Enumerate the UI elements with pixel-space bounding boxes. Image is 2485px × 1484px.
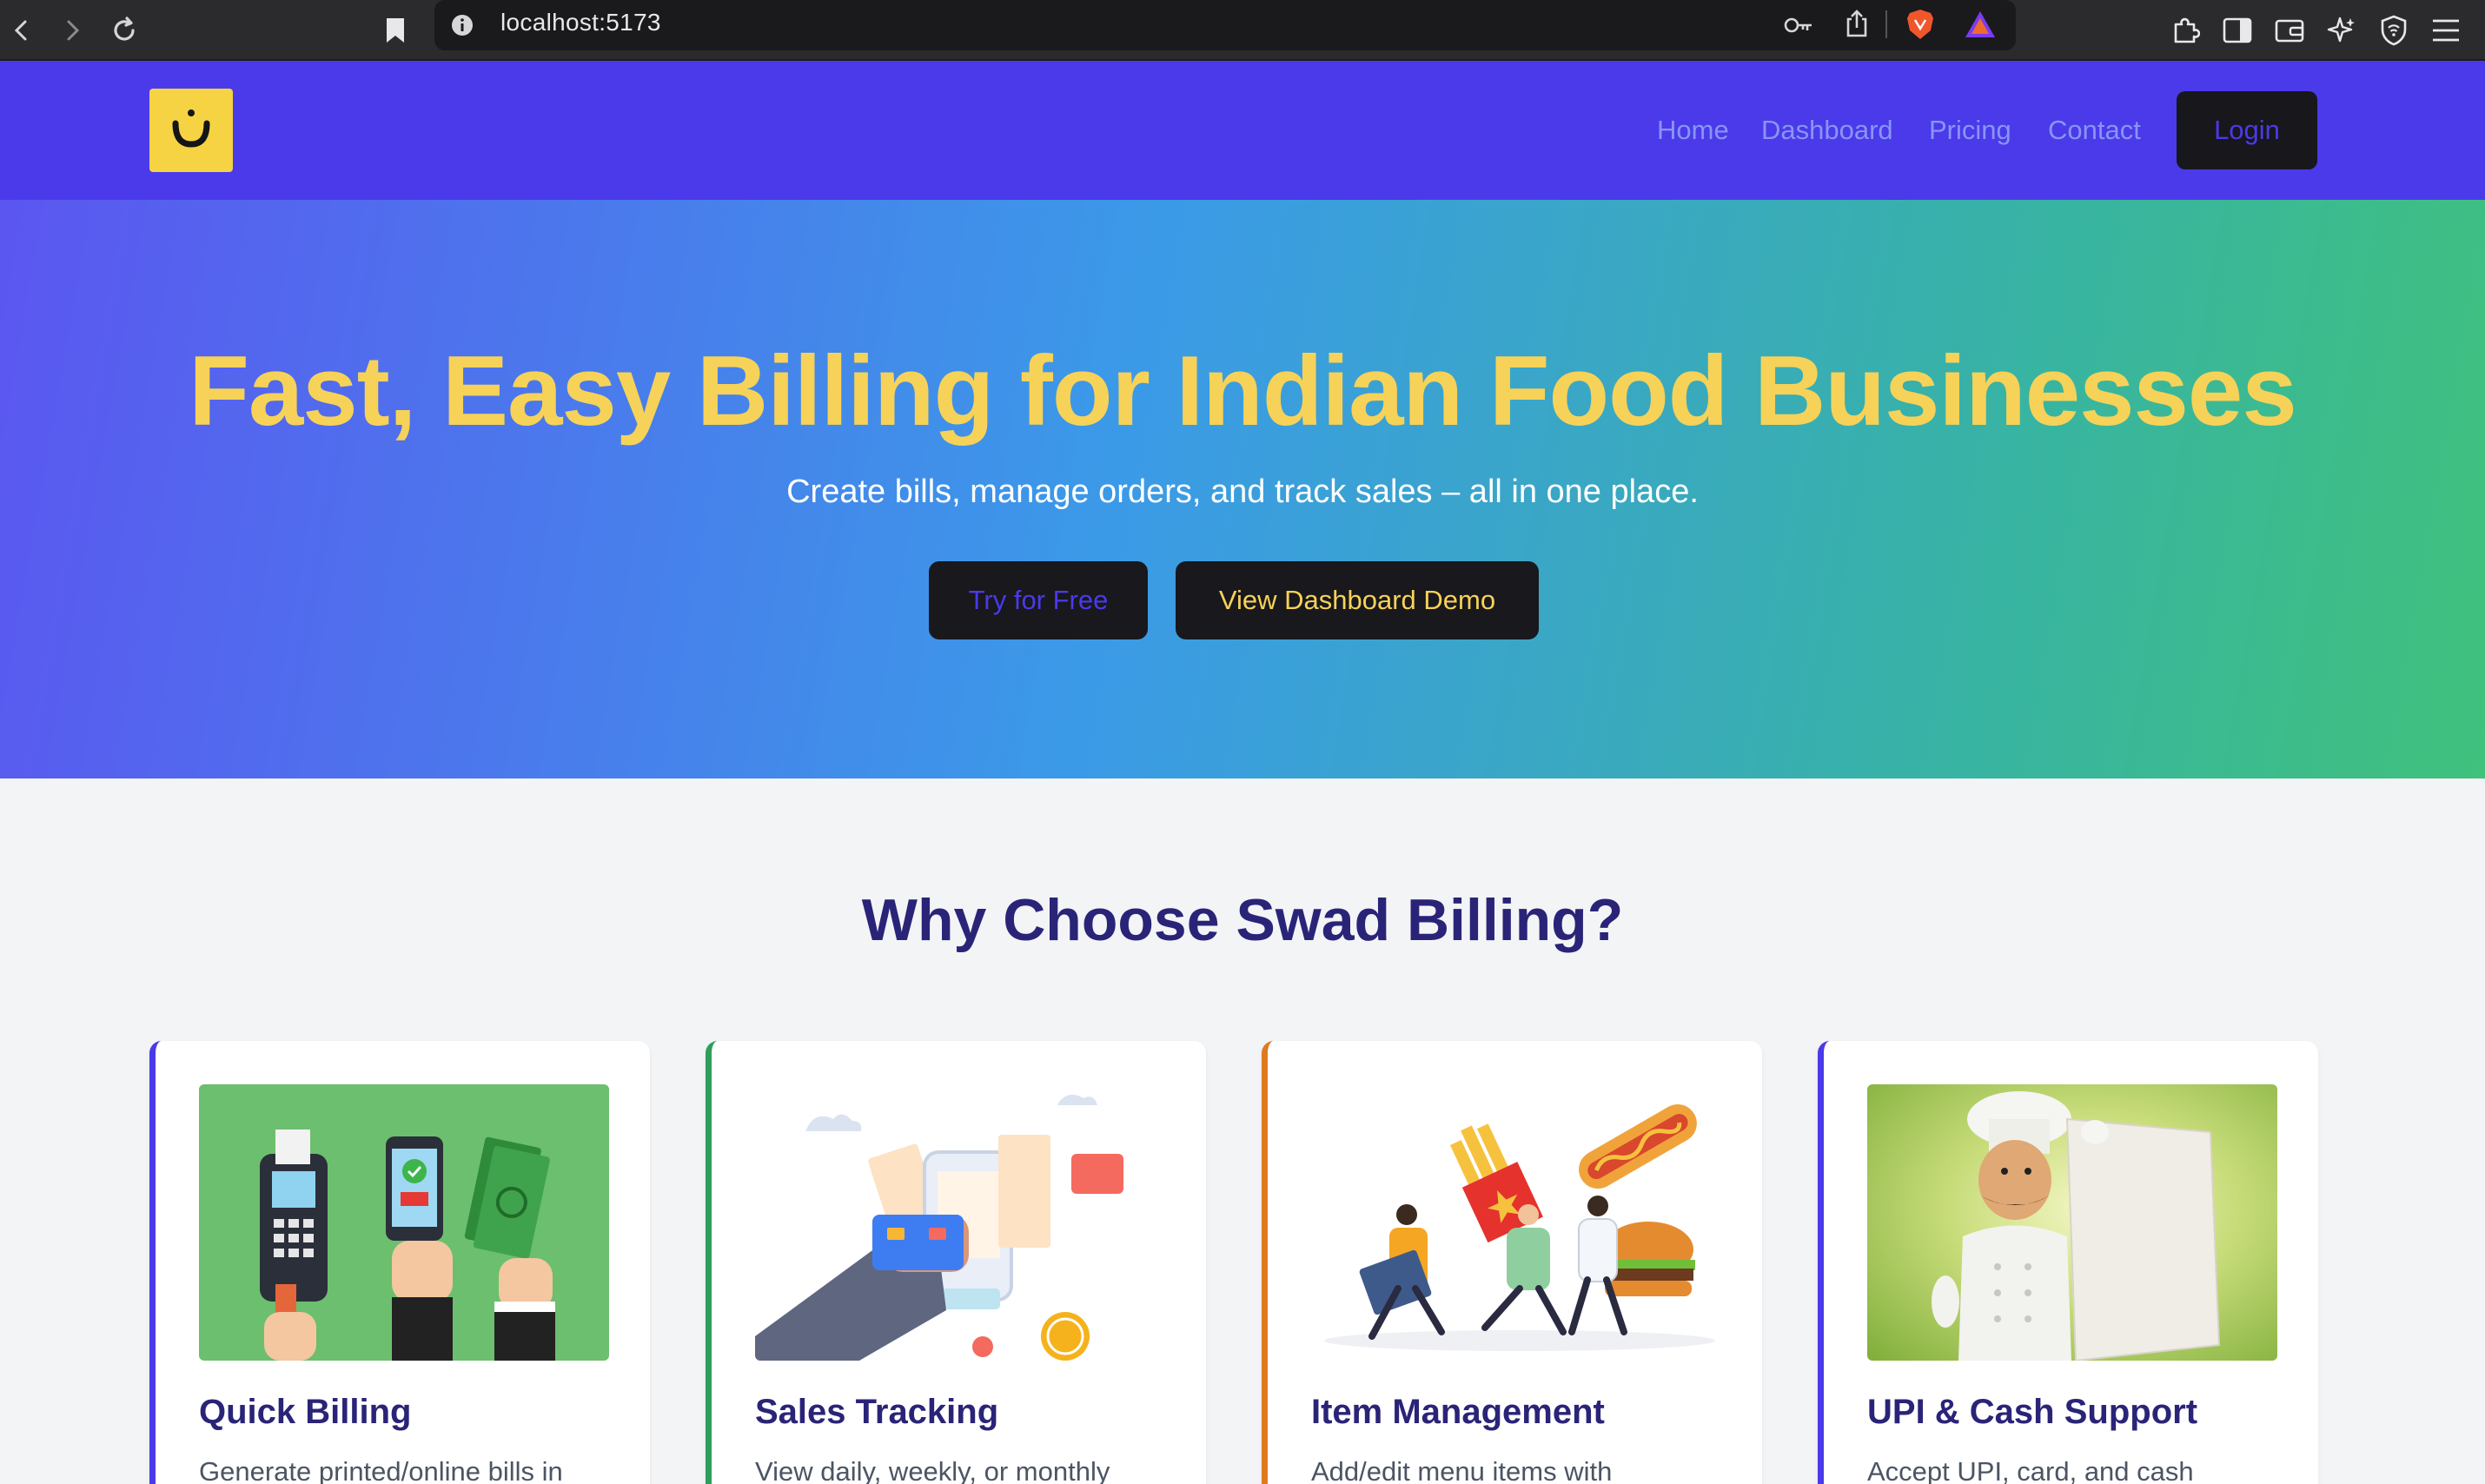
password-key-icon[interactable] bbox=[1783, 12, 1814, 38]
card-description: Add/edit menu items with bbox=[1311, 1456, 1613, 1484]
hero-subtitle: Create bills, manage orders, and track s… bbox=[786, 474, 1699, 510]
bookmark-icon[interactable] bbox=[374, 9, 417, 52]
card-title: Quick Billing bbox=[199, 1393, 412, 1431]
nav-pricing[interactable]: Pricing bbox=[1929, 115, 2011, 146]
nav-dashboard[interactable]: Dashboard bbox=[1761, 115, 1893, 146]
site-info-icon[interactable] bbox=[450, 13, 474, 37]
smiley-logo-icon bbox=[172, 109, 210, 148]
reload-icon[interactable] bbox=[103, 9, 146, 52]
brave-shields-icon[interactable] bbox=[1905, 8, 1936, 41]
feature-card-quick-billing: Quick Billing Generate printed/online bi… bbox=[149, 1041, 650, 1484]
menu-icon[interactable] bbox=[2424, 9, 2468, 52]
extensions-icon[interactable] bbox=[2164, 9, 2207, 52]
share-icon[interactable] bbox=[1844, 9, 1870, 38]
brave-rewards-icon[interactable] bbox=[1964, 10, 1997, 39]
leo-ai-icon[interactable] bbox=[2320, 9, 2363, 52]
url-text: localhost:5173 bbox=[500, 9, 661, 36]
item-management-illustration bbox=[1311, 1084, 1721, 1361]
card-description: View daily, weekly, or monthly bbox=[755, 1456, 1110, 1484]
features-title: Why Choose Swad Billing? bbox=[861, 887, 1624, 953]
back-icon[interactable] bbox=[0, 9, 43, 52]
view-demo-button[interactable]: View Dashboard Demo bbox=[1176, 561, 1539, 639]
card-description: Generate printed/online bills in bbox=[199, 1456, 563, 1484]
feature-card-sales-tracking: Sales Tracking View daily, weekly, or mo… bbox=[706, 1041, 1206, 1484]
forward-icon[interactable] bbox=[50, 9, 94, 52]
upi-cash-illustration bbox=[1867, 1084, 2277, 1361]
toolbar-divider bbox=[1885, 10, 1887, 38]
site-nav: Home Dashboard Pricing Contact Login bbox=[0, 61, 2485, 200]
try-free-button[interactable]: Try for Free bbox=[929, 561, 1148, 639]
card-title: Sales Tracking bbox=[755, 1393, 999, 1431]
card-title: Item Management bbox=[1311, 1393, 1605, 1431]
sales-tracking-illustration bbox=[755, 1084, 1165, 1361]
browser-chrome: localhost:5173 bbox=[0, 0, 2485, 61]
card-description: Accept UPI, card, and cash bbox=[1867, 1456, 2194, 1484]
feature-card-item-management: Item Management Add/edit menu items with bbox=[1262, 1041, 1762, 1484]
quick-billing-illustration bbox=[199, 1084, 609, 1361]
wallet-icon[interactable] bbox=[2268, 9, 2311, 52]
vpn-shield-icon[interactable] bbox=[2372, 9, 2415, 52]
sidebar-icon[interactable] bbox=[2216, 9, 2259, 52]
nav-home[interactable]: Home bbox=[1657, 115, 1729, 146]
login-button[interactable]: Login bbox=[2177, 91, 2317, 169]
card-title: UPI & Cash Support bbox=[1867, 1393, 2198, 1431]
feature-card-upi-cash: UPI & Cash Support Accept UPI, card, and… bbox=[1818, 1041, 2318, 1484]
hero-section: Fast, Easy Billing for Indian Food Busin… bbox=[0, 200, 2485, 778]
hero-title: Fast, Easy Billing for Indian Food Busin… bbox=[189, 336, 2296, 447]
brand-logo[interactable] bbox=[149, 89, 233, 172]
nav-contact[interactable]: Contact bbox=[2048, 115, 2141, 146]
address-bar[interactable]: localhost:5173 bbox=[434, 0, 2016, 50]
